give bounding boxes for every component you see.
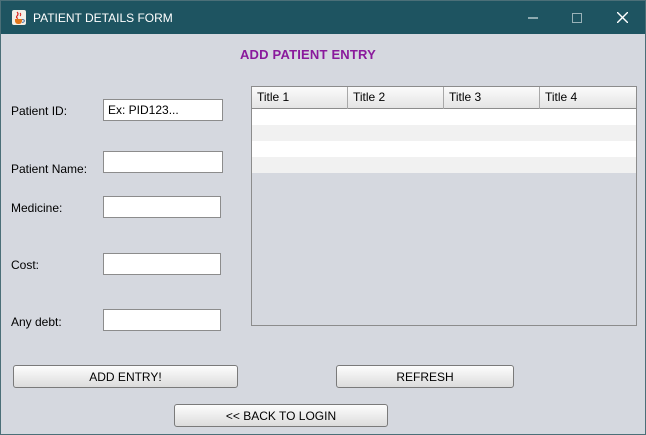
- any-debt-input[interactable]: [103, 309, 221, 331]
- table-row[interactable]: [252, 157, 636, 173]
- back-to-login-button[interactable]: << BACK TO LOGIN: [174, 404, 388, 427]
- minimize-button[interactable]: [511, 1, 555, 34]
- column-header-title-3[interactable]: Title 3: [444, 87, 540, 109]
- table-row[interactable]: [252, 109, 636, 125]
- maximize-button[interactable]: [555, 1, 599, 34]
- patient-id-label: Patient ID:: [11, 104, 68, 118]
- column-header-title-2[interactable]: Title 2: [348, 87, 444, 109]
- close-button[interactable]: [600, 1, 644, 34]
- column-header-title-4[interactable]: Title 4: [540, 87, 636, 109]
- table-row[interactable]: [252, 141, 636, 157]
- close-icon: [616, 12, 628, 23]
- minimize-icon: [528, 17, 538, 18]
- patient-name-label: Patient Name:: [11, 162, 88, 176]
- table-row[interactable]: [252, 125, 636, 141]
- medicine-label: Medicine:: [11, 201, 63, 215]
- patient-name-input[interactable]: [103, 151, 223, 173]
- any-debt-label: Any debt:: [11, 315, 62, 329]
- cost-input[interactable]: [103, 253, 221, 275]
- patient-table[interactable]: Title 1 Title 2 Title 3 Title 4: [251, 86, 637, 326]
- window-title: PATIENT DETAILS FORM: [33, 11, 173, 25]
- cost-label: Cost:: [11, 258, 40, 272]
- add-entry-button[interactable]: ADD ENTRY!: [13, 365, 238, 388]
- title-bar[interactable]: PATIENT DETAILS FORM: [1, 1, 645, 34]
- patient-id-input[interactable]: [103, 99, 223, 121]
- java-coffee-cup-icon: [12, 10, 26, 25]
- maximize-icon: [572, 12, 582, 23]
- patient-details-window: PATIENT DETAILS FORM ADD PATIENT ENTRY P…: [0, 0, 646, 435]
- form-heading: ADD PATIENT ENTRY: [239, 47, 377, 62]
- table-header: Title 1 Title 2 Title 3 Title 4: [252, 87, 636, 109]
- column-header-title-1[interactable]: Title 1: [252, 87, 348, 109]
- medicine-input[interactable]: [103, 196, 221, 218]
- refresh-button[interactable]: REFRESH: [336, 365, 514, 388]
